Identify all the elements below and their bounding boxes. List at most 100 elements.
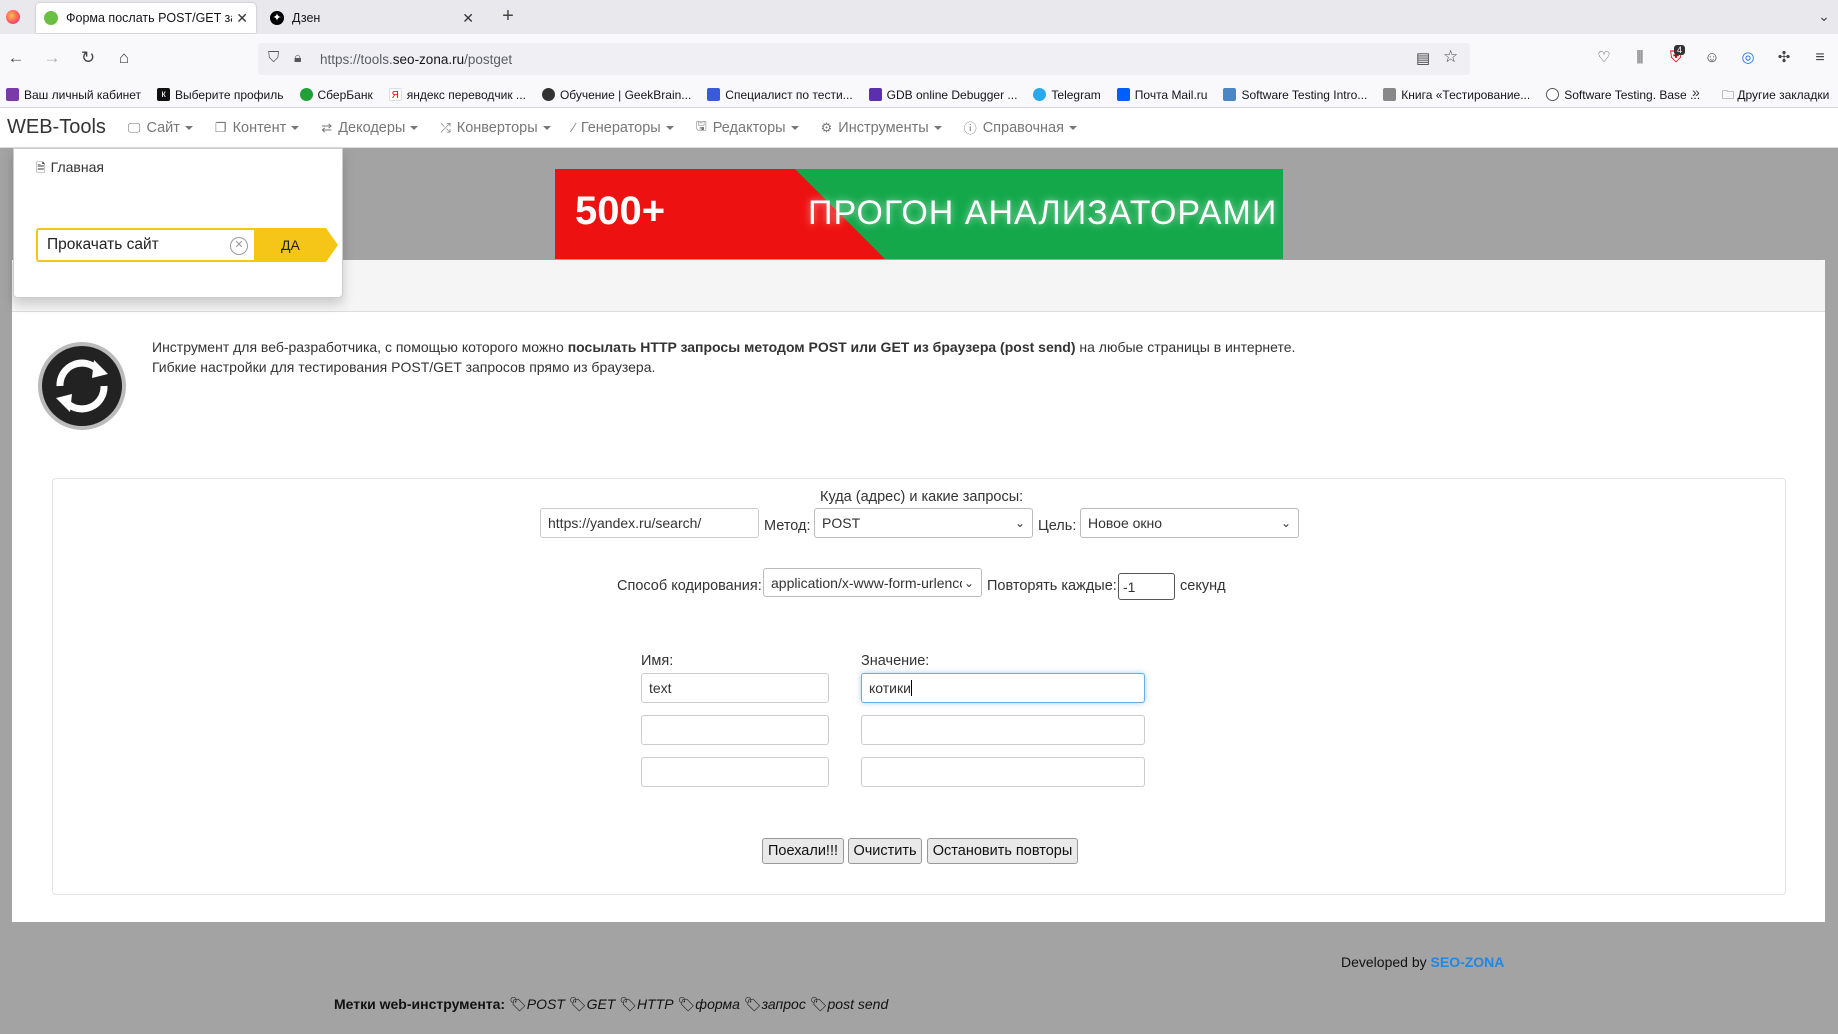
bookmark-item[interactable]: Ваш личный кабинет (6, 88, 141, 102)
retweet-icon: ⇄ (321, 119, 333, 135)
home-icon[interactable]: ⌂ (112, 48, 136, 70)
close-tab-icon[interactable]: ✕ (462, 10, 474, 27)
library-icon[interactable]: ⫼ (1628, 48, 1652, 70)
caret-down-icon (933, 125, 942, 130)
promo-yes-button[interactable]: ДА (254, 228, 338, 262)
pocket-icon[interactable]: ♡ (1592, 48, 1616, 70)
bookmark-label: Обучение | GeekBrain... (559, 87, 692, 102)
developer-link[interactable]: SEO-ZONA (1431, 954, 1505, 970)
tab-postget[interactable]: Форма послать POST/GET запрос ✕ (36, 3, 256, 33)
nav-generators[interactable]: ⁄ Генераторы (573, 120, 674, 136)
param-value-input[interactable] (861, 757, 1145, 787)
ad-banner[interactable]: 500+ ПРОГОН АНАЛИЗАТОРАМИ (555, 169, 1283, 259)
list-all-tabs-icon[interactable]: ⌄ (1812, 6, 1836, 28)
method-select[interactable]: POST ⌄ (814, 508, 1033, 538)
refresh-arrows-icon (36, 340, 128, 432)
bookmark-item[interactable]: Telegram (1033, 88, 1101, 102)
bookmark-star-icon[interactable]: ☆ (1443, 47, 1458, 67)
seconds-label: секунд (1180, 578, 1226, 594)
tag-link[interactable]: POST (527, 996, 565, 1012)
reload-icon[interactable]: ↻ (76, 48, 100, 70)
url-prefix: https://tools. (320, 51, 393, 67)
shield-icon[interactable]: ⛉ (268, 49, 279, 66)
tag-link[interactable]: GET (587, 996, 616, 1012)
param-value-input[interactable] (861, 715, 1145, 745)
clear-button[interactable]: Очистить (848, 838, 922, 864)
close-tab-icon[interactable]: ✕ (236, 10, 248, 27)
vpn-icon[interactable]: ◎ (1736, 48, 1760, 70)
bookmark-item[interactable]: Яяндекс переводчик ... (388, 88, 526, 102)
bookmark-favicon-icon (6, 88, 19, 101)
tab-title: Форма послать POST/GET запрос (66, 11, 232, 25)
site-brand[interactable]: WEB-Tools (7, 116, 106, 139)
repeat-label: Повторять каждые: (987, 578, 1117, 594)
nav-content[interactable]: ❐ Контент (215, 120, 300, 136)
bookmark-item[interactable]: Software Testing Intro... (1223, 88, 1367, 102)
bookmark-item[interactable]: GDB online Debugger ... (868, 87, 1018, 102)
bookmark-item[interactable]: Книга «Тестирование... (1383, 88, 1530, 102)
bookmark-favicon-icon (1546, 88, 1560, 101)
info-icon: ⓘ (963, 121, 977, 136)
stop-repeats-button[interactable]: Остановить повторы (927, 838, 1078, 864)
bookmark-item[interactable]: к Выберите профиль (157, 88, 284, 102)
promo-input[interactable]: Прокачать сайт ✕ (36, 228, 254, 262)
url-text[interactable]: https://tools.seo-zona.ru/postget (320, 52, 512, 67)
url-input[interactable]: https://yandex.ru/search/ (540, 508, 759, 538)
developed-by: Developed by SEO-ZONA (1341, 954, 1504, 970)
more-bookmarks-icon[interactable]: » (1692, 84, 1700, 100)
bookmark-label: Software Testing. Base ... (1564, 87, 1701, 102)
nav-reference[interactable]: ⓘ Справочная (964, 118, 1077, 137)
nav-decoders[interactable]: ⇄ Декодеры (321, 119, 419, 136)
bookmark-item[interactable]: Обучение | GeekBrain... (541, 87, 692, 102)
method-label: Метод: (764, 518, 811, 534)
banner-left-text: 500+ (575, 189, 666, 233)
param-name-input[interactable]: text (641, 673, 829, 703)
menu-icon[interactable]: ≡ (1808, 48, 1832, 70)
param-name-input[interactable] (641, 715, 829, 745)
bookmark-label: Специалист по тести... (725, 87, 853, 102)
nav-site[interactable]: 🖵︎ Сайт (128, 120, 193, 136)
target-select[interactable]: Новое окно ⌄ (1080, 508, 1299, 538)
tab-dzen[interactable]: ✦ Дзен ✕ (262, 3, 482, 33)
banner-right-text: ПРОГОН АНАЛИЗАТОРАМИ (808, 194, 1278, 232)
dropdown-item-home[interactable]: 🗎︎ Главная (36, 159, 104, 180)
nav-tools[interactable]: ⚙ Инструменты (821, 120, 942, 136)
shuffle-icon: ⤮ (440, 119, 451, 135)
firefox-icon[interactable] (6, 10, 20, 24)
nav-converters[interactable]: ⤮ Конверторы (440, 119, 551, 136)
param-name-input[interactable] (641, 757, 829, 787)
home-label: Главная (50, 159, 104, 175)
nav-editors[interactable]: 🖫︎ Редакторы (696, 117, 799, 139)
url-domain: seo-zona.ru (392, 51, 465, 67)
bookmark-item[interactable]: СберБанк (299, 88, 373, 102)
method-value: POST (822, 515, 861, 531)
tag-link[interactable]: запрос (762, 996, 806, 1012)
repeat-input[interactable]: -1 (1118, 573, 1175, 600)
submit-button[interactable]: Поехали!!! (762, 838, 844, 864)
lock-icon[interactable]: 🔒︎ (294, 49, 301, 66)
bookmark-item[interactable]: Почта Mail.ru (1116, 88, 1207, 102)
description-line-2: Гибкие настройки для тестирования POST/G… (152, 359, 656, 375)
bookmark-item[interactable]: Специалист по тести... (707, 87, 853, 102)
new-tab-icon[interactable]: + (496, 6, 520, 28)
bookmark-item[interactable]: Software Testing. Base ... (1546, 88, 1700, 102)
address-bar[interactable]: ⛉ 🔒︎ https://tools.seo-zona.ru/postget ▤… (258, 43, 1470, 75)
other-bookmarks[interactable]: 🗀︎ Другие закладки (1722, 86, 1829, 107)
back-icon[interactable]: ← (4, 48, 28, 70)
tag-link[interactable]: форма (695, 996, 740, 1012)
tag-link[interactable]: post send (828, 996, 889, 1012)
extension-icon[interactable]: ☺ (1700, 48, 1724, 70)
bookmark-label: GDB online Debugger ... (886, 87, 1018, 102)
tag-link[interactable]: HTTP (637, 996, 674, 1012)
bookmark-label: Книга «Тестирование... (1401, 87, 1531, 102)
encoding-value: application/x-www-form-urlenco (771, 574, 962, 591)
extensions-puzzle-icon[interactable]: ✣ (1772, 48, 1796, 70)
encoding-select[interactable]: application/x-www-form-urlenco ⌄ (763, 568, 982, 597)
forward-icon[interactable]: → (40, 48, 64, 70)
desc-bold: посылать HTTP запросы методом POST или G… (567, 339, 1076, 355)
clear-input-icon[interactable]: ✕ (230, 237, 248, 255)
tag-icon: 🏷︎ (568, 996, 587, 1012)
seo-zona-favicon (44, 11, 58, 25)
reader-view-icon[interactable]: ▤ (1416, 49, 1430, 67)
param-value-input[interactable]: котики (861, 673, 1145, 703)
